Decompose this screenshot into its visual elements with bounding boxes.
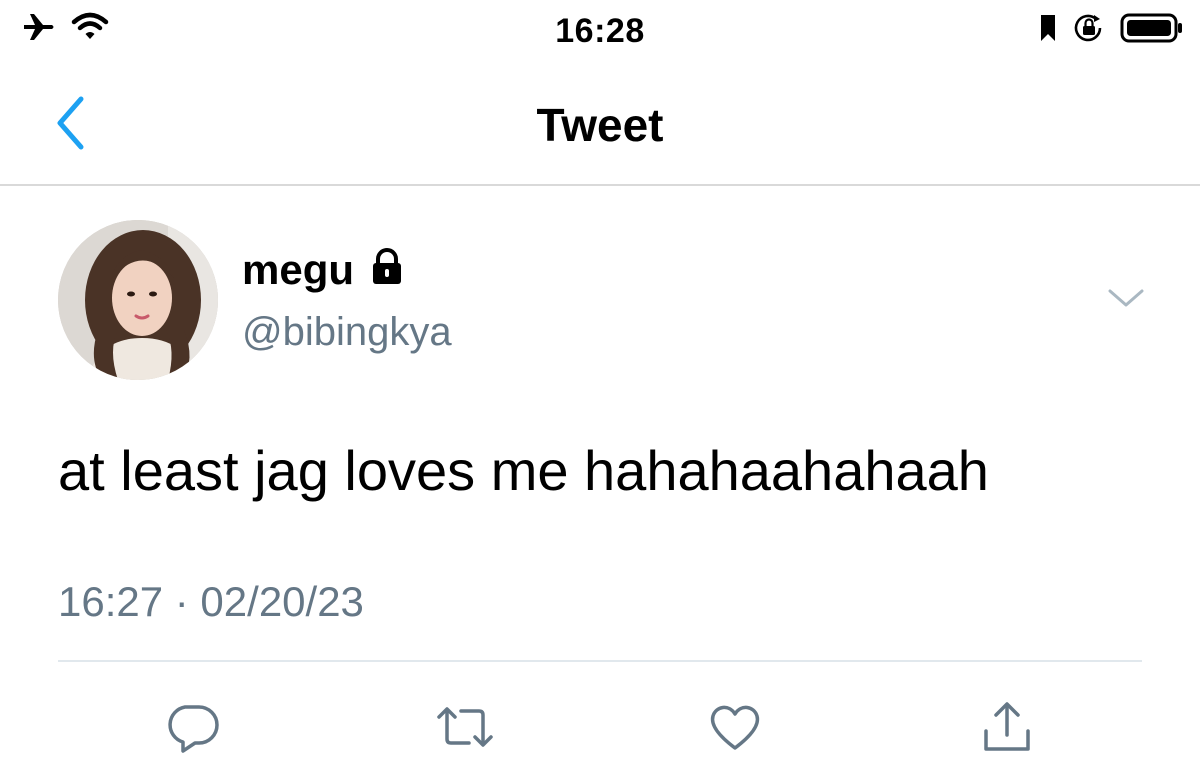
retweet-button[interactable] [430,694,500,764]
battery-icon [1120,12,1184,49]
reply-icon [165,701,221,758]
tweet-text: at least jag loves me hahahaahahaah [58,439,989,502]
chevron-down-icon [1107,287,1145,314]
avatar[interactable] [58,220,218,380]
status-time: 16:28 [555,12,645,50]
bookmark-icon [1038,13,1058,48]
author-handle[interactable]: @bibingkya [242,310,452,355]
status-right-icons [1038,12,1184,49]
author-name[interactable]: megu [242,248,354,291]
like-button[interactable] [700,694,770,764]
divider [58,660,1142,662]
author-name-row: megu [242,248,406,291]
nav-bar: Tweet [0,62,1200,186]
heart-icon [707,701,763,758]
status-bar: 16:28 [0,0,1200,62]
tweet-menu-button[interactable] [1100,282,1152,318]
tweet-timestamp: 16:27 · 02/20/23 [58,578,364,625]
share-icon [980,699,1034,760]
retweet-icon [433,703,497,756]
page-title: Tweet [536,99,664,151]
share-button[interactable] [972,694,1042,764]
rotation-lock-icon [1072,12,1106,49]
lock-icon [368,248,406,291]
reply-button[interactable] [158,694,228,764]
